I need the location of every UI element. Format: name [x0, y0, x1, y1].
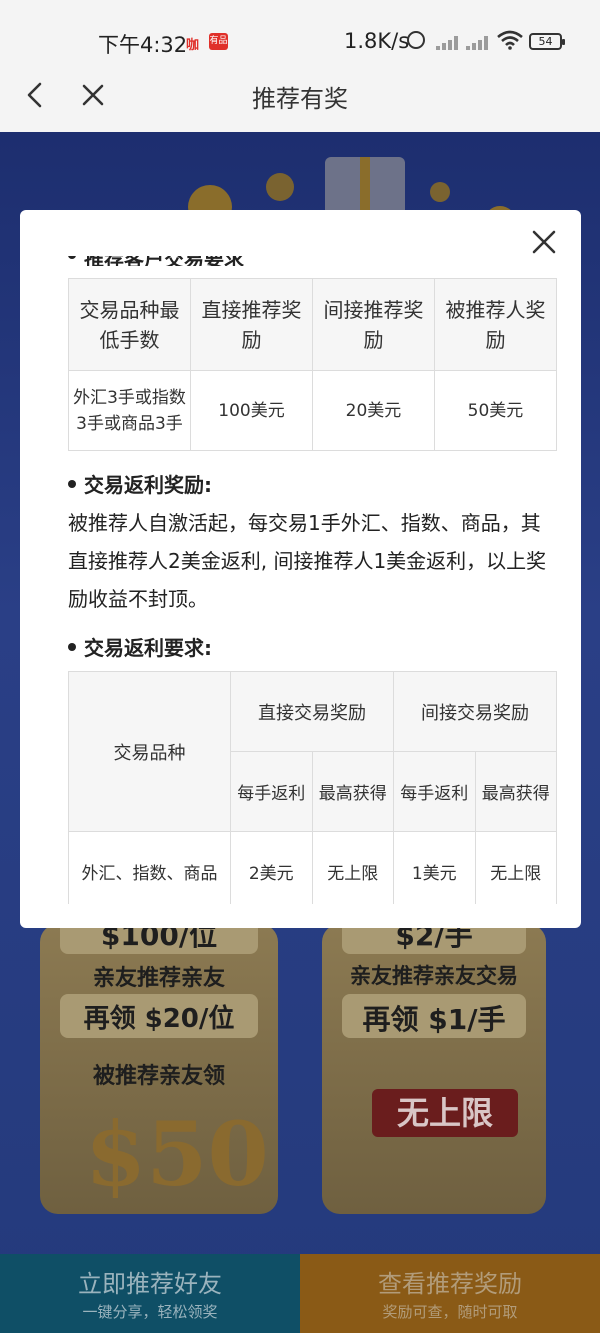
table-cell: 无上限	[474, 831, 557, 904]
table-cell: 外汇、指数、商品	[68, 831, 231, 904]
table-cell: 外汇3手或指数3手或商品3手	[68, 370, 191, 451]
table-subheader: 每手返利	[393, 751, 476, 832]
card-value: $2/手	[395, 924, 473, 952]
table-header: 交易品种最低手数	[68, 278, 191, 371]
table-header: 直接交易奖励	[230, 671, 394, 752]
trade-reward-card: $2/手 亲友推荐亲友交易 再领 $1/手 无上限	[322, 924, 546, 1214]
rebate-description: 被推荐人自激活起，每交易1手外汇、指数、商品，其直接推荐人2美金返利, 间接推荐…	[68, 511, 547, 611]
section-title: 交易返利要求:	[68, 632, 558, 661]
network-speed: 1.8K/s	[344, 29, 410, 53]
table-cell: 50美元	[434, 370, 557, 451]
table-subheader: 最高获得	[311, 751, 394, 832]
app-notification-icon: 咖	[186, 38, 200, 53]
table-cell: 20美元	[312, 370, 435, 451]
rebate-requirement-table: 交易品种 直接交易奖励 间接交易奖励 每手返利 最高获得 每手返利 最高获得 外…	[68, 671, 557, 904]
signal-icon-1	[436, 34, 464, 50]
wifi-icon	[497, 30, 523, 50]
page-title: 推荐有奖	[252, 85, 348, 113]
table-header: 被推荐人奖励	[434, 278, 557, 371]
table-subheader: 每手返利	[230, 751, 313, 832]
alarm-icon	[407, 31, 425, 49]
no-limit-badge: 无上限	[372, 1089, 518, 1137]
status-bar: 下午4:32 咖 有品 1.8K/s 54	[0, 0, 600, 70]
card-text: 被推荐亲友领	[92, 1064, 225, 1089]
app-notification-icon-2: 有品	[209, 33, 228, 50]
section-title: 交易返利奖励:	[68, 469, 558, 498]
dialog-close-icon[interactable]	[531, 229, 557, 255]
referral-reward-card: $100/位 亲友推荐亲友 再领 $20/位 被推荐亲友领 $50	[40, 924, 278, 1214]
table-row: 外汇、指数、商品 2美元 无上限 1美元 无上限	[68, 831, 557, 904]
card-text: 再领 $20/位	[83, 1004, 235, 1034]
table-cell: 2美元	[230, 831, 313, 904]
big-reward-value: $50	[85, 1102, 269, 1206]
card-text: 亲友推荐亲友交易	[350, 964, 518, 988]
table-header: 直接推荐奖励	[190, 278, 313, 371]
table-cell: 无上限	[311, 831, 394, 904]
view-rewards-button[interactable]: 查看推荐奖励 奖励可查，随时可取	[300, 1254, 600, 1333]
rules-dialog: 推荐客户交易要求 交易品种最低手数 直接推荐奖励 间接推荐奖励 被推荐人奖励 外…	[20, 210, 581, 928]
dialog-scroll-content[interactable]: 推荐客户交易要求 交易品种最低手数 直接推荐奖励 间接推荐奖励 被推荐人奖励 外…	[68, 256, 558, 904]
battery-icon: 54	[529, 33, 565, 50]
table-cell: 100美元	[190, 370, 313, 451]
table-header: 交易品种	[68, 671, 231, 832]
table-subheader: 最高获得	[474, 751, 557, 832]
card-value: $100/位	[100, 924, 218, 952]
recommend-friend-button[interactable]: 立即推荐好友 一键分享，轻松领奖	[0, 1254, 300, 1333]
navigation-bar: 推荐有奖	[0, 70, 600, 132]
signal-icon-2	[466, 34, 494, 50]
referral-requirement-table: 交易品种最低手数 直接推荐奖励 间接推荐奖励 被推荐人奖励 外汇3手或指数3手或…	[68, 278, 557, 451]
table-header: 间接推荐奖励	[312, 278, 435, 371]
table-cell: 1美元	[393, 831, 476, 904]
table-header: 间接交易奖励	[393, 671, 557, 752]
card-text: 亲友推荐亲友	[92, 966, 225, 991]
table-row: 外汇3手或指数3手或商品3手 100美元 20美元 50美元	[68, 370, 557, 451]
section-title: 推荐客户交易要求	[68, 256, 558, 266]
card-text: 再领 $1/手	[362, 1003, 506, 1036]
status-time: 下午4:32	[98, 33, 188, 57]
